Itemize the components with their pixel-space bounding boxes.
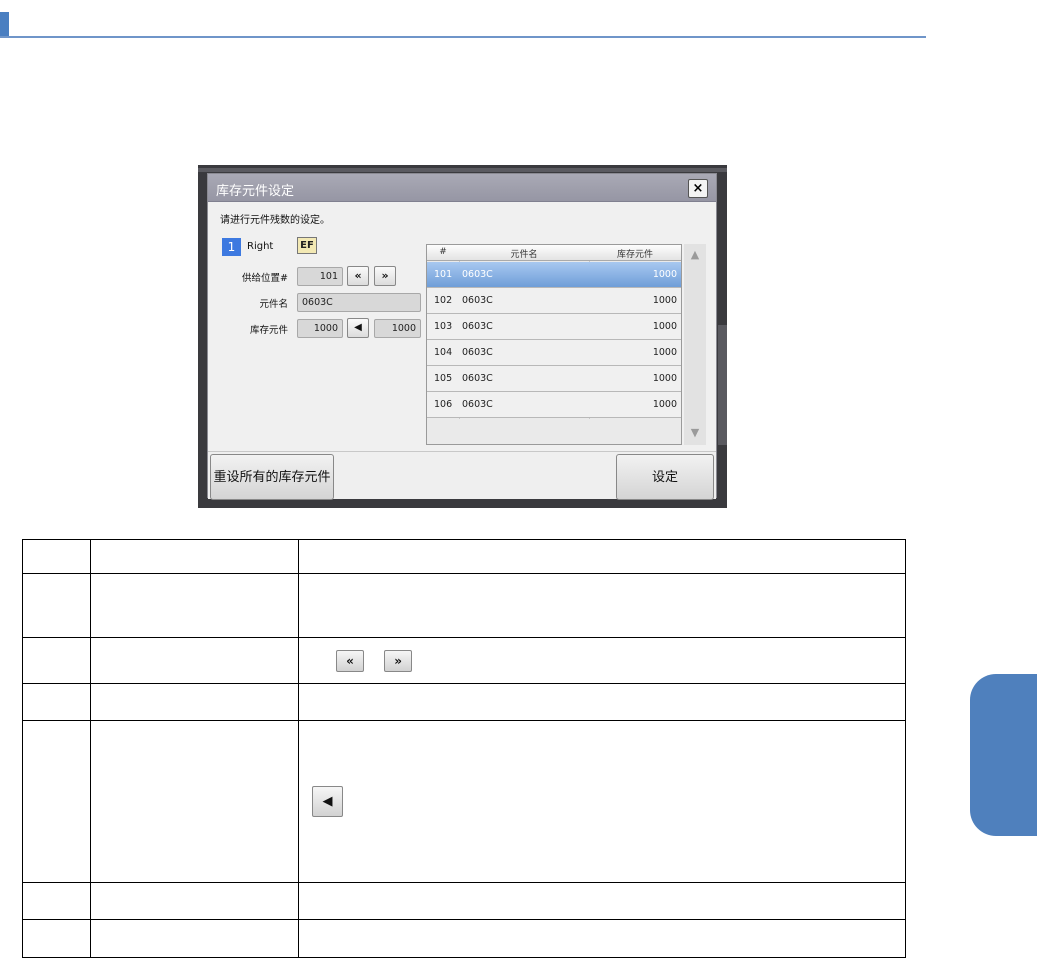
- table-cell: [90, 637, 299, 684]
- copy-stock-button[interactable]: ◀: [347, 318, 369, 338]
- table-row: [22, 919, 906, 958]
- stock-new-field[interactable]: 1000: [374, 319, 421, 338]
- grid-cell-no: 102: [434, 295, 453, 306]
- grid-cell-no: 101: [434, 269, 453, 280]
- table-row: [22, 539, 906, 574]
- header-rule: [0, 36, 926, 38]
- table-cell: [90, 720, 299, 883]
- stock-parts-dialog: 库存元件设定 × 请进行元件残数的设定。 1 Right EF 供给位置# 10…: [207, 173, 717, 500]
- manual-page: 库存元件设定 × 请进行元件残数的设定。 1 Right EF 供给位置# 10…: [0, 0, 1037, 958]
- set-button[interactable]: 设定: [616, 454, 714, 500]
- grid-cell-no: 106: [434, 399, 453, 410]
- grid-cell-name: 0603C: [462, 269, 493, 280]
- grid-cell-no: 105: [434, 373, 453, 384]
- close-button[interactable]: ×: [688, 179, 708, 198]
- chapter-tab: [970, 674, 1037, 836]
- feeder-number-badge: 1: [222, 238, 241, 256]
- table-cell: [90, 683, 299, 721]
- table-cell: [22, 882, 91, 920]
- header-marker: [0, 12, 9, 38]
- part-name-label: 元件名: [259, 299, 288, 310]
- table-cell: [90, 573, 299, 638]
- stock-grid: # 元件名 库存元件 101 0603C 1000 102 0603C 1000: [426, 244, 682, 445]
- supply-position-label: 供给位置#: [242, 273, 288, 284]
- table-cell: [22, 637, 91, 684]
- grid-cell-qty: 1000: [652, 347, 677, 358]
- dialog-screenshot: 库存元件设定 × 请进行元件残数的设定。 1 Right EF 供给位置# 10…: [198, 165, 727, 508]
- table-cell: [22, 720, 91, 883]
- dialog-title-bar: 库存元件设定 ×: [208, 174, 716, 202]
- table-cell: [22, 573, 91, 638]
- ef-badge: EF: [297, 237, 317, 254]
- part-name-field[interactable]: 0603C: [297, 293, 421, 312]
- table-cell: [298, 539, 906, 574]
- table-cell: [298, 683, 906, 721]
- grid-row[interactable]: 106 0603C 1000: [427, 392, 681, 418]
- background-strip: [718, 325, 727, 445]
- table-row: [22, 573, 906, 638]
- background-strip: [198, 168, 727, 172]
- grid-cell-no: 104: [434, 347, 453, 358]
- grid-cell-name: 0603C: [462, 295, 493, 306]
- grid-cell-qty: 1000: [652, 399, 677, 410]
- grid-row[interactable]: 105 0603C 1000: [427, 366, 681, 392]
- prev-position-button[interactable]: «: [347, 266, 369, 286]
- grid-cell-name: 0603C: [462, 321, 493, 332]
- table-cell: [22, 683, 91, 721]
- grid-cell-qty: 1000: [652, 295, 677, 306]
- table-row: [22, 683, 906, 721]
- stock-label: 库存元件: [249, 325, 288, 336]
- table-row: ◀: [22, 720, 906, 883]
- grid-row[interactable]: 103 0603C 1000: [427, 314, 681, 340]
- table-cell: [22, 539, 91, 574]
- grid-cell-no: 103: [434, 321, 453, 332]
- dialog-footer: 重设所有的库存元件 设定: [208, 451, 716, 500]
- reset-all-stock-button[interactable]: 重设所有的库存元件: [210, 454, 334, 500]
- grid-row[interactable]: 102 0603C 1000: [427, 288, 681, 314]
- grid-cell-name: 0603C: [462, 373, 493, 384]
- next-position-button[interactable]: »: [374, 266, 396, 286]
- instruction-text: 请进行元件残数的设定。: [220, 215, 330, 226]
- grid-row[interactable]: 101 0603C 1000: [427, 262, 681, 288]
- dialog-title: 库存元件设定: [216, 184, 295, 199]
- table-cell: [298, 573, 906, 638]
- table-row: [22, 882, 906, 920]
- table-cell: ◀: [298, 720, 906, 883]
- table-cell: [298, 882, 906, 920]
- table-cell: [90, 539, 299, 574]
- grid-scrollbar[interactable]: ▲ ▼: [684, 244, 706, 445]
- grid-cell-qty: 1000: [652, 269, 677, 280]
- grid-cell-name: 0603C: [462, 399, 493, 410]
- grid-header: # 元件名 库存元件: [427, 245, 681, 261]
- feeder-side-label: Right: [247, 241, 274, 252]
- scroll-down-icon[interactable]: ▼: [688, 426, 702, 439]
- next-position-icon: »: [384, 649, 413, 672]
- grid-row[interactable]: 104 0603C 1000: [427, 340, 681, 366]
- grid-cell-name: 0603C: [462, 347, 493, 358]
- stock-current-field: 1000: [297, 319, 343, 338]
- copy-stock-icon: ◀: [312, 786, 343, 817]
- grid-cell-qty: 1000: [652, 373, 677, 384]
- supply-position-field[interactable]: 101: [297, 267, 343, 286]
- grid-header-name: 元件名: [510, 250, 538, 260]
- table-cell: [90, 919, 299, 958]
- grid-cell-qty: 1000: [652, 321, 677, 332]
- grid-header-no: #: [439, 247, 447, 257]
- table-cell: [298, 919, 906, 958]
- table-cell: [22, 919, 91, 958]
- table-row: « »: [22, 637, 906, 684]
- prev-position-icon: «: [336, 649, 364, 672]
- grid-header-qty: 库存元件: [616, 250, 653, 260]
- description-table: « » ◀: [22, 539, 906, 958]
- table-cell: [90, 882, 299, 920]
- scroll-up-icon[interactable]: ▲: [688, 248, 702, 261]
- table-cell: « »: [298, 637, 906, 684]
